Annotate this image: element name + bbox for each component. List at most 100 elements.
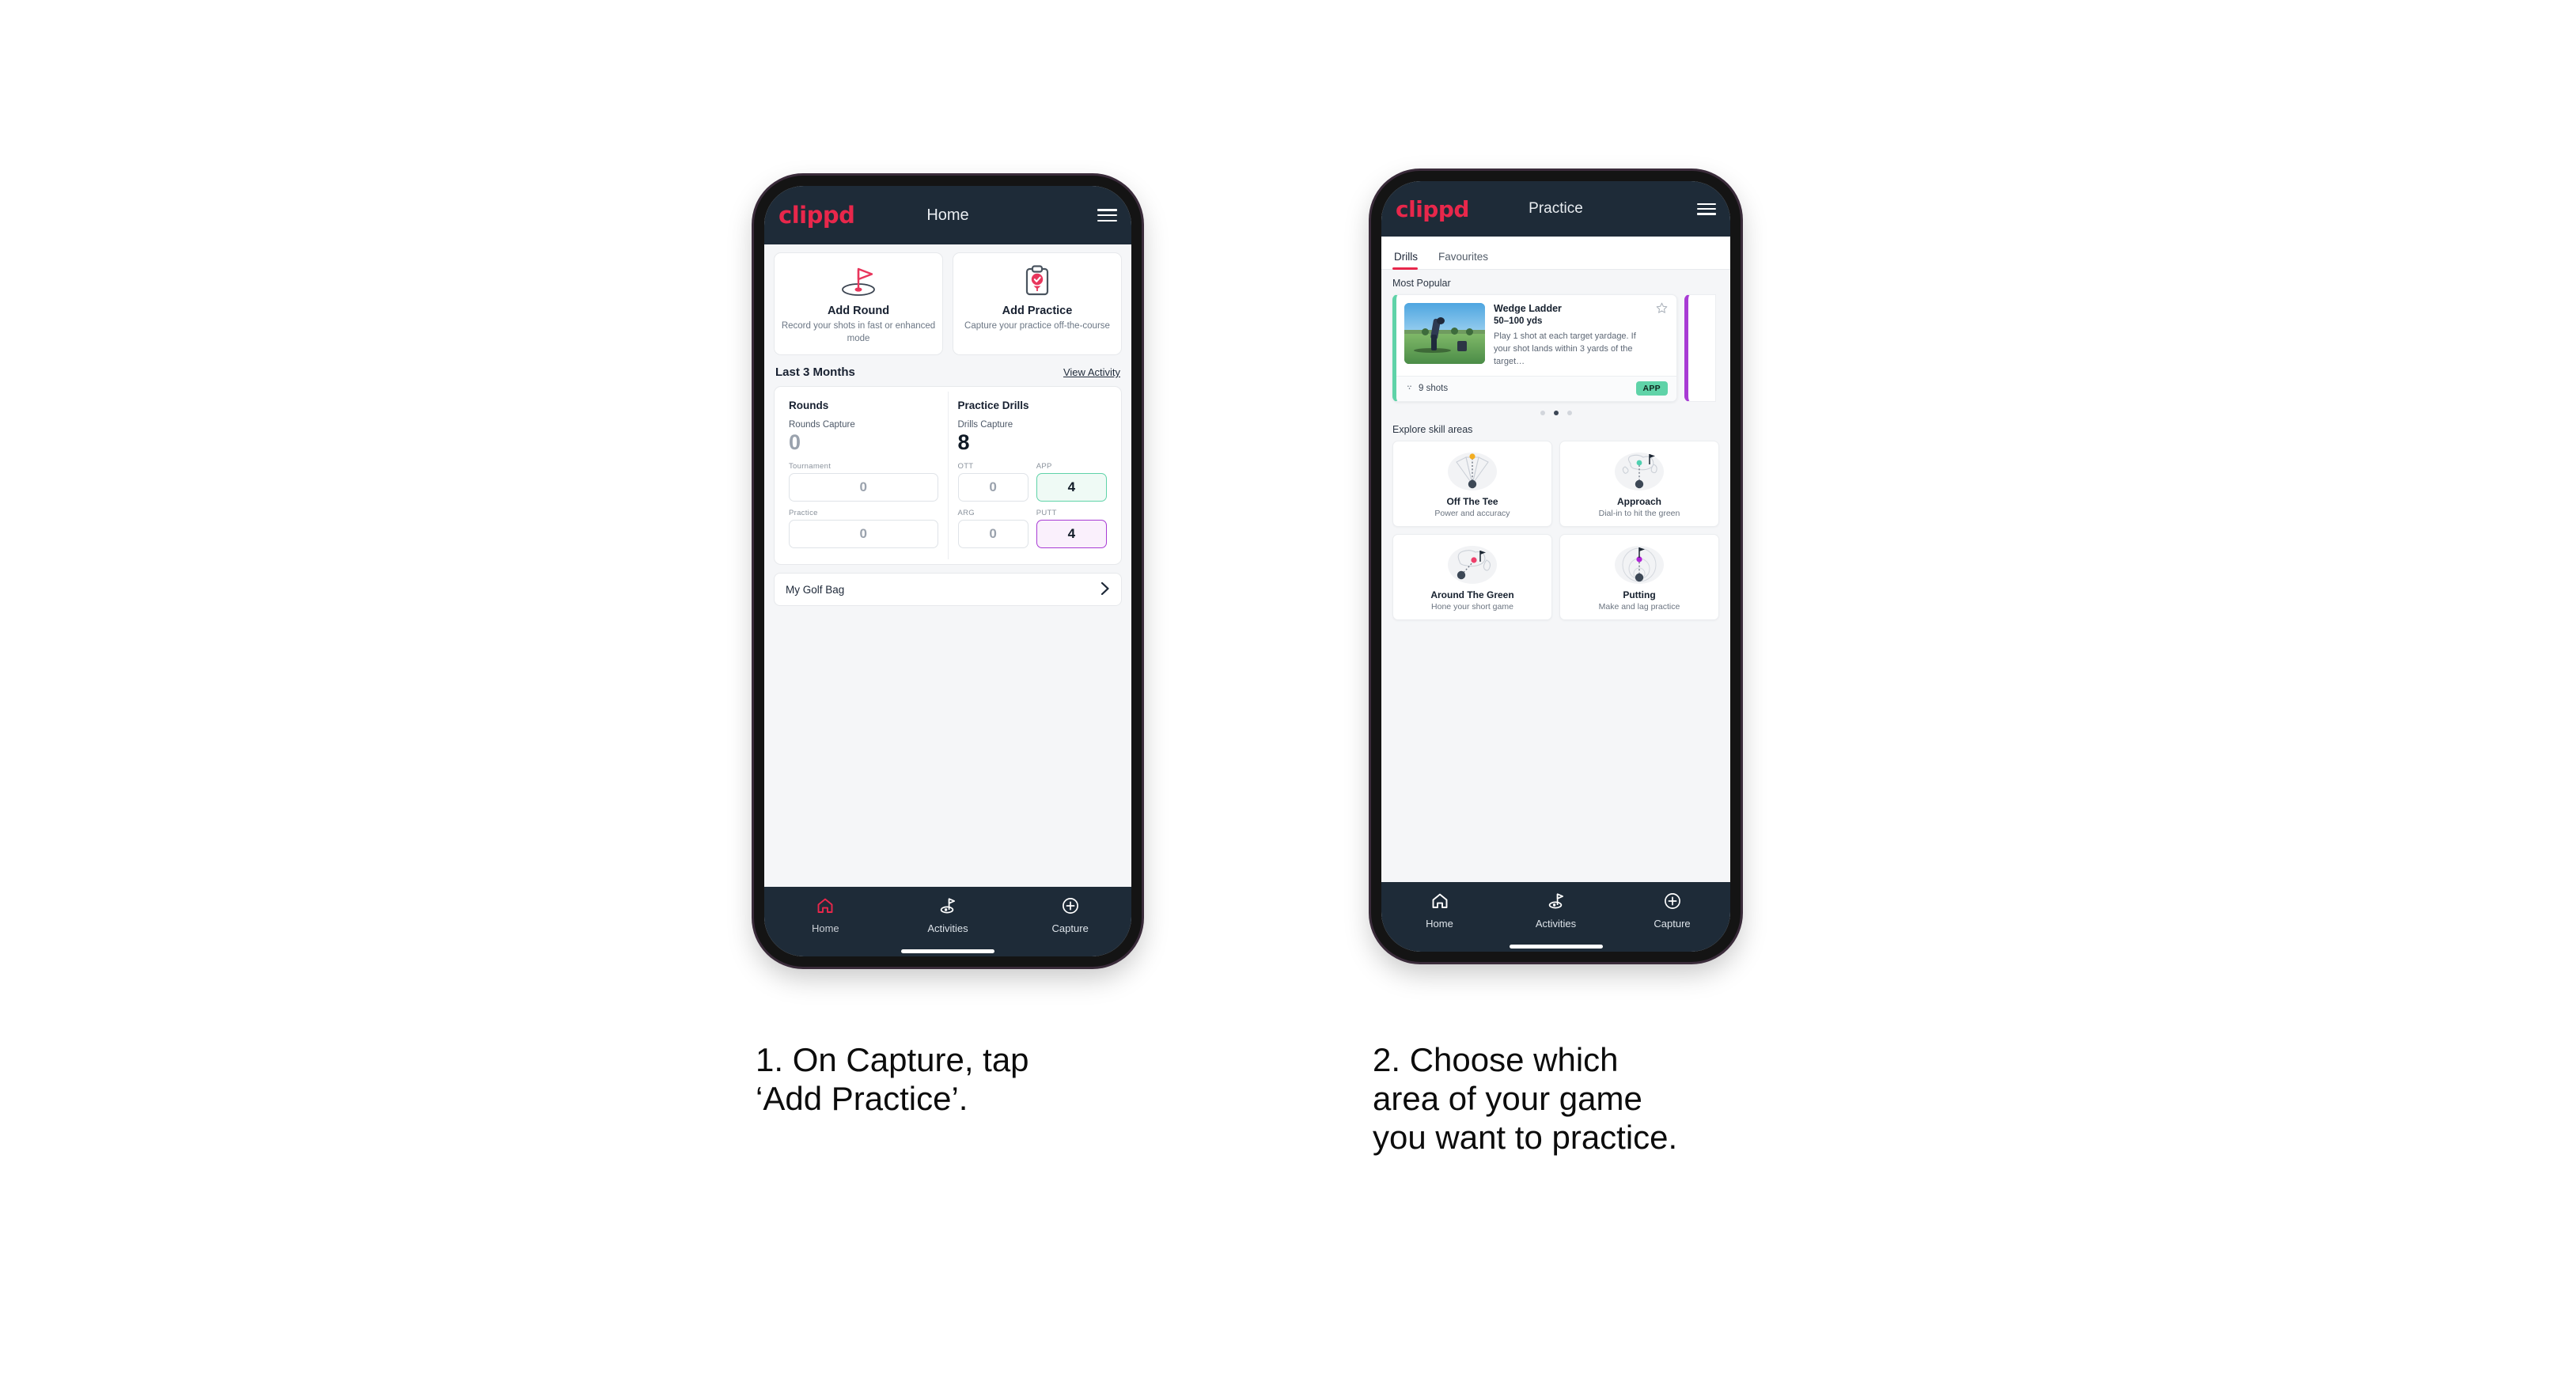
ott-value[interactable]: 0 — [957, 473, 1029, 502]
hamburger-menu-icon[interactable] — [1697, 203, 1716, 215]
drill-thumbnail-image — [1404, 303, 1485, 364]
phone1-bottom-nav: Home Activities Capture — [764, 887, 1131, 956]
home-indicator — [901, 949, 994, 953]
golf-flag-icon — [1547, 892, 1566, 915]
drill-description: Play 1 shot at each target yardage. If y… — [1494, 331, 1636, 366]
putt-label: PUTT — [1036, 509, 1057, 518]
carousel-dot-1[interactable] — [1540, 410, 1545, 415]
rounds-capture-label: Rounds Capture — [789, 420, 855, 430]
add-round-card[interactable]: Add Round Record your shots in fast or e… — [774, 252, 943, 356]
caption-step-1: 1. On Capture, tap ‘Add Practice’. — [756, 1041, 1029, 1118]
hamburger-menu-icon[interactable] — [1097, 209, 1117, 222]
tournament-value[interactable]: 0 — [789, 473, 938, 502]
drill-card-footer: 9 shots APP — [1396, 375, 1676, 401]
skill-card-approach[interactable]: Approach Dial-in to hit the green — [1559, 440, 1719, 527]
arg-value[interactable]: 0 — [957, 520, 1029, 549]
green-approach-icon — [1565, 449, 1714, 493]
drill-shots: 9 shots — [1404, 382, 1448, 395]
skill-subtitle: Make and lag practice — [1598, 601, 1680, 612]
phone1-app-header: clippd Home — [764, 186, 1131, 244]
drill-card-wedge-ladder[interactable]: Wedge Ladder 50–100 yds Play 1 shot at e… — [1392, 294, 1677, 402]
nav-activities[interactable]: Activities — [1498, 892, 1614, 930]
app-value[interactable]: 4 — [1036, 473, 1107, 502]
tab-favourites[interactable]: Favourites — [1427, 244, 1498, 269]
phone2-app-header: clippd Practice — [1381, 181, 1730, 237]
add-practice-subtitle: Capture your practice off-the-course — [964, 321, 1110, 331]
caption-step-2: 2. Choose which area of your game you wa… — [1373, 1041, 1678, 1157]
drill-shots-label: 9 shots — [1419, 383, 1449, 393]
rounds-title: Rounds — [789, 400, 829, 412]
nav-capture[interactable]: Capture — [1009, 896, 1131, 934]
phone-notch — [1509, 171, 1603, 178]
putt-value[interactable]: 4 — [1036, 520, 1107, 549]
practice-value[interactable]: 0 — [789, 520, 938, 549]
putting-rings-icon — [1565, 542, 1714, 586]
carousel-dot-2[interactable] — [1553, 410, 1559, 415]
practice-drills-title: Practice Drills — [957, 400, 1029, 412]
skill-subtitle: Dial-in to hit the green — [1598, 508, 1680, 518]
rounds-capture-value: 0 — [789, 430, 801, 455]
quick-actions-row: Add Round Record your shots in fast or e… — [774, 252, 1122, 356]
tee-dispersion-icon — [1398, 449, 1547, 493]
add-practice-title: Add Practice — [1002, 305, 1073, 317]
tab-drills[interactable]: Drills — [1392, 244, 1427, 270]
phone-mockup-home: clippd Home Add Round Record your shots … — [754, 176, 1142, 967]
clippd-logo[interactable]: clippd — [778, 202, 855, 229]
drills-metric-row-2: ARG 0 PUTT 4 — [957, 502, 1107, 549]
skill-subtitle: Power and accuracy — [1434, 508, 1510, 518]
home-icon — [1430, 892, 1449, 915]
add-round-subtitle: Record your shots in fast or enhanced mo… — [781, 321, 936, 343]
skill-card-off-the-tee[interactable]: Off The Tee Power and accuracy — [1392, 440, 1552, 527]
nav-home-label: Home — [811, 922, 839, 934]
skill-card-putting[interactable]: Putting Make and lag practice — [1559, 533, 1719, 620]
nav-activities[interactable]: Activities — [887, 896, 1010, 934]
nav-home[interactable]: Home — [764, 896, 887, 934]
phone-notch — [901, 176, 994, 183]
add-practice-card[interactable]: Add Practice Capture your practice off-t… — [953, 252, 1122, 356]
drill-meta: Wedge Ladder 50–100 yds Play 1 shot at e… — [1494, 302, 1668, 369]
drill-category-badge: APP — [1635, 381, 1668, 396]
clippd-logo[interactable]: clippd — [1396, 196, 1469, 222]
my-golf-bag-row[interactable]: My Golf Bag — [774, 573, 1122, 607]
carousel-dot-3[interactable] — [1566, 410, 1572, 415]
nav-home[interactable]: Home — [1381, 892, 1498, 930]
phone-mockup-practice: clippd Practice Drills Favourites Most P… — [1371, 171, 1741, 962]
drill-title: Wedge Ladder — [1494, 303, 1562, 314]
drill-card-next-peek[interactable] — [1684, 294, 1716, 402]
practice-tabbar: Drills Favourites — [1381, 237, 1730, 270]
plus-circle-icon — [1663, 892, 1682, 915]
section-title: Last 3 Months — [775, 365, 855, 380]
drills-capture-value: 8 — [957, 430, 970, 455]
view-activity-link[interactable]: View Activity — [1063, 366, 1120, 378]
phone2-screen: clippd Practice Drills Favourites Most P… — [1381, 181, 1730, 952]
page-root: clippd Home Add Round Record your shots … — [0, 0, 2576, 1386]
drill-carousel[interactable]: Wedge Ladder 50–100 yds Play 1 shot at e… — [1381, 294, 1730, 402]
last-3-months-header: Last 3 Months View Activity — [774, 355, 1122, 386]
nav-capture-label: Capture — [1654, 918, 1691, 930]
ott-label: OTT — [957, 462, 974, 471]
carousel-dots[interactable] — [1381, 402, 1730, 422]
plus-circle-icon — [1061, 896, 1080, 919]
chip-around-green-icon — [1398, 542, 1547, 586]
add-round-title: Add Round — [827, 305, 890, 317]
nav-home-label: Home — [1426, 918, 1453, 930]
drills-capture-label: Drills Capture — [957, 420, 1013, 430]
explore-skill-areas-label: Explore skill areas — [1392, 423, 1473, 435]
drills-metric-row-1: OTT 0 APP 4 — [957, 455, 1107, 502]
skill-title: Around The Green — [1430, 589, 1514, 600]
nav-activities-label: Activities — [1535, 918, 1577, 930]
home-icon — [816, 896, 835, 919]
rounds-column: Rounds Rounds Capture 0 Tournament 0 Pra… — [779, 392, 949, 560]
home-indicator — [1509, 945, 1603, 949]
stats-card: Rounds Rounds Capture 0 Tournament 0 Pra… — [774, 386, 1122, 566]
drill-yardage: 50–100 yds — [1494, 316, 1543, 326]
star-outline-icon[interactable] — [1656, 302, 1668, 318]
golf-flag-hole-icon — [781, 264, 936, 297]
skill-card-around-the-green[interactable]: Around The Green Hone your short game — [1392, 533, 1552, 620]
my-golf-bag-label: My Golf Bag — [786, 583, 845, 596]
skill-title: Off The Tee — [1446, 495, 1498, 507]
clipboard-check-icon — [960, 264, 1115, 297]
practice-label: Practice — [789, 509, 818, 518]
most-popular-label: Most Popular — [1392, 278, 1451, 289]
nav-capture[interactable]: Capture — [1614, 892, 1730, 930]
